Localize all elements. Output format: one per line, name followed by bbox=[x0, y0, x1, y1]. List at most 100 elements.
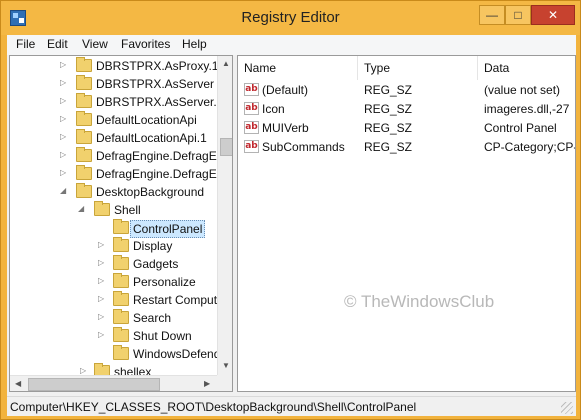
menu-file[interactable]: File bbox=[16, 37, 35, 51]
tree-item[interactable]: ▷ Display bbox=[10, 237, 217, 255]
minimize-button[interactable]: — bbox=[479, 5, 505, 25]
watermark: © TheWindowsClub bbox=[344, 292, 495, 311]
folder-icon bbox=[76, 57, 92, 72]
folder-icon bbox=[113, 345, 129, 360]
folder-icon bbox=[76, 129, 92, 144]
status-path: Computer\HKEY_CLASSES_ROOT\DesktopBackgr… bbox=[10, 400, 417, 414]
tree-item-label: Shut Down bbox=[133, 329, 192, 343]
expand-arrow-icon[interactable]: ▷ bbox=[98, 240, 108, 250]
collapse-arrow-icon[interactable]: ◢ bbox=[78, 204, 88, 214]
tree-item[interactable]: ▷ Shut Down bbox=[10, 327, 217, 345]
folder-icon bbox=[113, 255, 129, 270]
tree-item[interactable]: ▷ DBRSTPRX.AsServer bbox=[10, 75, 217, 93]
scroll-up-icon[interactable]: ▲ bbox=[222, 59, 230, 68]
folder-icon bbox=[76, 111, 92, 126]
status-bar: Computer\HKEY_CLASSES_ROOT\DesktopBackgr… bbox=[7, 396, 576, 416]
folder-icon bbox=[76, 147, 92, 162]
value-data: (value not set) bbox=[484, 83, 561, 97]
menu-edit[interactable]: Edit bbox=[47, 37, 68, 51]
tree-horizontal-scrollbar[interactable]: ◀ ▶ bbox=[10, 375, 217, 391]
column-header-data[interactable]: Data bbox=[478, 56, 575, 80]
key-tree[interactable]: ▷ DBRSTPRX.AsProxy.1 ▷ DBRSTPRX.AsServer… bbox=[9, 55, 233, 392]
scroll-right-icon[interactable]: ▶ bbox=[204, 379, 210, 388]
expand-arrow-icon[interactable]: ▷ bbox=[60, 168, 70, 178]
title-bar[interactable]: Registry Editor — □ ✕ bbox=[1, 1, 580, 35]
expand-arrow-icon[interactable]: ▷ bbox=[98, 276, 108, 286]
menu-view[interactable]: View bbox=[82, 37, 108, 51]
scroll-down-icon[interactable]: ▼ bbox=[222, 361, 230, 370]
value-row[interactable]: ab MUIVerb REG_SZ Control Panel bbox=[238, 119, 575, 138]
folder-icon bbox=[113, 291, 129, 306]
tree-item-desktopbackground[interactable]: ◢ DesktopBackground bbox=[10, 183, 217, 201]
expand-arrow-icon[interactable]: ▷ bbox=[60, 114, 70, 124]
tree-item[interactable]: ▷ DefragEngine.DefragEn bbox=[10, 165, 223, 183]
value-name: MUIVerb bbox=[262, 121, 309, 135]
scroll-left-icon[interactable]: ◀ bbox=[15, 379, 21, 388]
expand-arrow-icon[interactable]: ▷ bbox=[98, 294, 108, 304]
scrollbar-corner bbox=[217, 375, 232, 391]
folder-icon bbox=[113, 309, 129, 324]
value-data: Control Panel bbox=[484, 121, 557, 135]
expand-arrow-icon[interactable]: ▷ bbox=[60, 78, 70, 88]
tree-item[interactable]: ▷ Restart Comput bbox=[10, 291, 217, 309]
value-row[interactable]: ab SubCommands REG_SZ CP-Category;CP- bbox=[238, 138, 575, 157]
tree-item[interactable]: ▷ DBRSTPRX.AsServer.1 bbox=[10, 93, 223, 111]
value-row[interactable]: ab Icon REG_SZ imageres.dll,-27 bbox=[238, 100, 575, 119]
folder-icon bbox=[76, 183, 92, 198]
folder-icon bbox=[76, 75, 92, 90]
expand-arrow-icon[interactable]: ▷ bbox=[60, 150, 70, 160]
tree-item[interactable]: ▷ DefaultLocationApi bbox=[10, 111, 217, 129]
tree-item-label: DefaultLocationApi.1 bbox=[96, 131, 207, 145]
folder-icon bbox=[76, 93, 92, 108]
expand-arrow-icon[interactable]: ▷ bbox=[98, 258, 108, 268]
value-name: (Default) bbox=[262, 83, 309, 97]
tree-item-label: WindowsDefend bbox=[133, 347, 221, 361]
tree-item-label: Gadgets bbox=[133, 257, 179, 271]
folder-icon bbox=[94, 201, 110, 216]
tree-item-label: DBRSTPRX.AsServer bbox=[96, 77, 215, 91]
client-area: ▷ DBRSTPRX.AsProxy.1 ▷ DBRSTPRX.AsServer… bbox=[7, 55, 576, 396]
expand-arrow-icon[interactable]: ▷ bbox=[98, 312, 108, 322]
value-type: REG_SZ bbox=[364, 83, 413, 97]
expand-arrow-icon[interactable]: ▷ bbox=[60, 132, 70, 142]
tree-item[interactable]: ▷ Gadgets bbox=[10, 255, 217, 273]
maximize-button[interactable]: □ bbox=[505, 5, 531, 25]
value-name: Icon bbox=[262, 102, 285, 116]
tree-vertical-scrollbar[interactable]: ▲ ▼ bbox=[217, 56, 232, 375]
scroll-thumb[interactable] bbox=[220, 138, 232, 156]
folder-icon bbox=[113, 273, 129, 288]
expand-arrow-icon[interactable]: ▷ bbox=[98, 330, 108, 340]
menu-help[interactable]: Help bbox=[182, 37, 207, 51]
tree-item-controlpanel[interactable]: ControlPanel bbox=[10, 219, 217, 238]
tree-item[interactable]: ▷ Search bbox=[10, 309, 217, 327]
value-row[interactable]: ab (Default) REG_SZ (value not set) bbox=[238, 81, 575, 100]
value-name: SubCommands bbox=[262, 140, 345, 154]
expand-arrow-icon[interactable]: ▷ bbox=[60, 96, 70, 106]
string-value-icon: ab bbox=[244, 140, 259, 153]
string-value-icon: ab bbox=[244, 83, 259, 96]
expand-arrow-icon[interactable]: ▷ bbox=[60, 60, 70, 70]
value-type: REG_SZ bbox=[364, 102, 413, 116]
tree-item[interactable]: ▷ DefragEngine.DefragEn bbox=[10, 147, 223, 165]
values-list[interactable]: Name Type Data ab (Default) REG_SZ (valu… bbox=[237, 55, 576, 392]
string-value-icon: ab bbox=[244, 102, 259, 115]
column-header-type[interactable]: Type bbox=[358, 56, 478, 80]
tree-item-shell[interactable]: ◢ Shell bbox=[10, 201, 217, 219]
resize-grip-icon[interactable] bbox=[561, 402, 573, 414]
folder-icon bbox=[113, 327, 129, 342]
scroll-thumb[interactable] bbox=[28, 378, 160, 391]
tree-item[interactable]: ▷ DefaultLocationApi.1 bbox=[10, 129, 217, 147]
folder-icon bbox=[76, 165, 92, 180]
tree-item[interactable]: ▷ DBRSTPRX.AsProxy.1 bbox=[10, 57, 219, 75]
tree-item-label: DefaultLocationApi bbox=[96, 113, 197, 127]
close-button[interactable]: ✕ bbox=[531, 5, 575, 25]
tree-item-label: DBRSTPRX.AsProxy.1 bbox=[96, 59, 219, 73]
menu-favorites[interactable]: Favorites bbox=[121, 37, 170, 51]
collapse-arrow-icon[interactable]: ◢ bbox=[60, 186, 70, 196]
string-value-icon: ab bbox=[244, 121, 259, 134]
tree-item-label: Search bbox=[133, 311, 172, 325]
folder-icon bbox=[113, 237, 129, 252]
tree-item[interactable]: WindowsDefend bbox=[10, 345, 220, 363]
tree-item[interactable]: ▷ Personalize bbox=[10, 273, 217, 291]
column-header-name[interactable]: Name bbox=[238, 56, 358, 80]
